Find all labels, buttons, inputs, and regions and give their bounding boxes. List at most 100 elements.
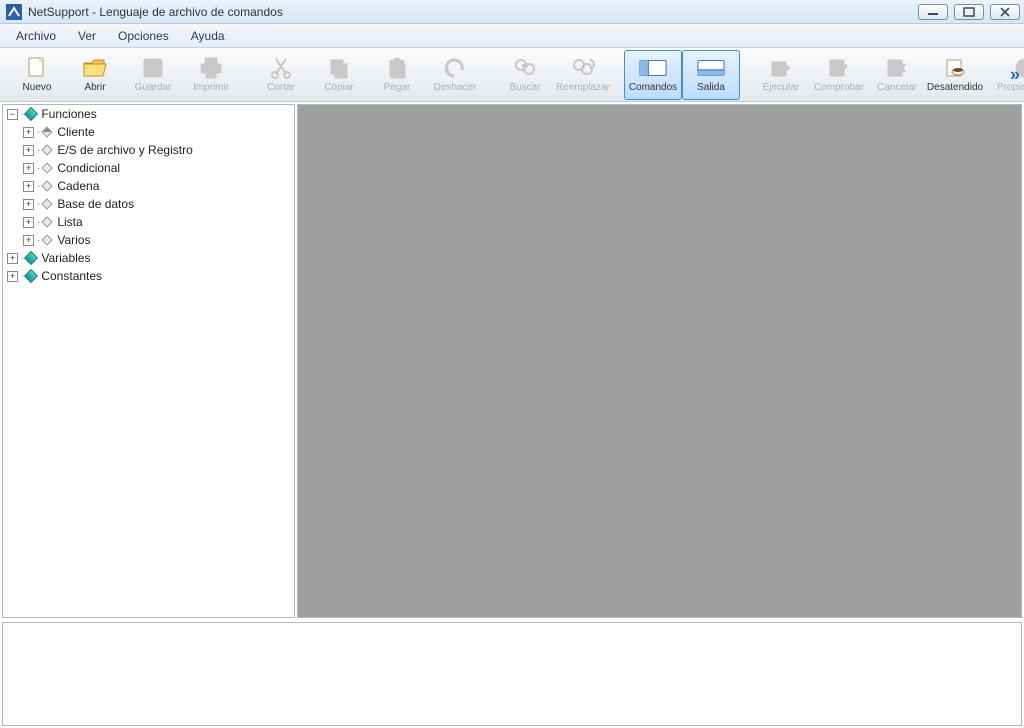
toolbar-overflow-icon[interactable]: » xyxy=(1010,64,1020,85)
toolbar-label: Nuevo xyxy=(23,82,52,93)
file-new-icon xyxy=(23,56,51,80)
collapse-icon[interactable]: − xyxy=(7,109,18,120)
menubar: Archivo Ver Opciones Ayuda xyxy=(0,24,1024,48)
tree-label: Base de datos xyxy=(57,197,134,211)
toolbar-copiar-button: Copiar xyxy=(310,50,368,100)
diamond-small-icon xyxy=(41,234,53,246)
expand-icon[interactable]: + xyxy=(23,163,34,174)
diamond-small-icon xyxy=(41,162,53,174)
expand-icon[interactable]: + xyxy=(23,145,34,156)
toolbar: Nuevo Abrir Guardar Imprimir Cortar Copiar Peg… xyxy=(0,48,1024,102)
check-icon xyxy=(825,56,853,80)
toolbar-label: Reemplazar xyxy=(556,82,610,93)
toolbar-label: Comandos xyxy=(629,82,677,93)
undo-icon xyxy=(441,56,469,80)
tree-node-child[interactable]: +·Varios xyxy=(3,231,294,249)
tree-node-constantes[interactable]: +·Constantes xyxy=(3,267,294,285)
toolbar-cancelar-button: Cancelar xyxy=(868,50,926,100)
toolbar-desatendido-button[interactable]: Desatendido xyxy=(926,50,984,100)
toolbar-label: Imprimir xyxy=(193,82,229,93)
tree-node-child[interactable]: +·Cadena xyxy=(3,177,294,195)
toolbar-comprobar-button: Comprobar xyxy=(810,50,868,100)
window-title: NetSupport - Lenguaje de archivo de coma… xyxy=(28,5,918,19)
tree-label: Constantes xyxy=(41,269,102,283)
diamond-icon xyxy=(25,270,37,282)
toolbar-label: Deshacer xyxy=(434,82,477,93)
copy-icon xyxy=(325,56,353,80)
titlebar: NetSupport - Lenguaje de archivo de coma… xyxy=(0,0,1024,24)
diamond-small-icon xyxy=(41,198,53,210)
toolbar-reemplazar-button: Reemplazar xyxy=(554,50,612,100)
expand-icon[interactable]: + xyxy=(7,271,18,282)
toolbar-label: Salida xyxy=(697,82,725,93)
app-icon xyxy=(6,4,22,20)
tree-label: Lista xyxy=(57,215,82,229)
menu-ayuda[interactable]: Ayuda xyxy=(181,26,235,46)
toolbar-cortar-button: Cortar xyxy=(252,50,310,100)
tree-label: Cliente xyxy=(57,125,94,139)
toolbar-label: Guardar xyxy=(135,82,172,93)
close-button[interactable] xyxy=(990,4,1020,20)
expand-icon[interactable]: + xyxy=(23,199,34,210)
tree-node-child[interactable]: +·Lista xyxy=(3,213,294,231)
replace-icon xyxy=(569,56,597,80)
diamond-small-icon xyxy=(41,180,53,192)
tree-panel[interactable]: −·Funciones+·Cliente+·E/S de archivo y R… xyxy=(2,104,295,618)
toolbar-label: Comprobar xyxy=(814,82,864,93)
toolbar-label: Abrir xyxy=(84,82,105,93)
toolbar-label: Copiar xyxy=(324,82,353,93)
tree-node-child[interactable]: +·Base de datos xyxy=(3,195,294,213)
find-icon xyxy=(511,56,539,80)
toolbar-imprimir-button: Imprimir xyxy=(182,50,240,100)
folder-open-icon xyxy=(81,56,109,80)
minimize-button[interactable] xyxy=(918,4,948,20)
maximize-button[interactable] xyxy=(954,4,984,20)
content-area xyxy=(297,104,1022,618)
toolbar-label: Buscar xyxy=(509,82,540,93)
toolbar-label: Pegar xyxy=(384,82,411,93)
tree-node-child[interactable]: +·E/S de archivo y Registro xyxy=(3,141,294,159)
output-icon xyxy=(697,56,725,80)
expand-icon[interactable]: + xyxy=(23,127,34,138)
save-icon xyxy=(139,56,167,80)
diamond-icon xyxy=(25,252,37,264)
toolbar-salida-button[interactable]: Salida xyxy=(682,50,740,100)
diamond-small-icon xyxy=(41,216,53,228)
toolbar-ejecutar-button: Ejecutar xyxy=(752,50,810,100)
menu-opciones[interactable]: Opciones xyxy=(108,26,179,46)
unattended-icon xyxy=(941,56,969,80)
cut-icon xyxy=(267,56,295,80)
diamond-small-icon xyxy=(41,126,53,138)
tree-label: Cadena xyxy=(57,179,99,193)
expand-icon[interactable]: + xyxy=(23,235,34,246)
tree-label: Varios xyxy=(57,233,90,247)
expand-icon[interactable]: + xyxy=(23,181,34,192)
toolbar-label: Cortar xyxy=(267,82,295,93)
menu-archivo[interactable]: Archivo xyxy=(6,26,66,46)
tree-node-child[interactable]: +·Condicional xyxy=(3,159,294,177)
menu-ver[interactable]: Ver xyxy=(68,26,106,46)
toolbar-comandos-button[interactable]: Comandos xyxy=(624,50,682,100)
diamond-icon xyxy=(25,108,37,120)
tree-label: E/S de archivo y Registro xyxy=(57,143,192,157)
toolbar-label: Ejecutar xyxy=(763,82,800,93)
diamond-small-icon xyxy=(41,144,53,156)
toolbar-pegar-button: Pegar xyxy=(368,50,426,100)
toolbar-abrir-button[interactable]: Abrir xyxy=(66,50,124,100)
commands-icon xyxy=(639,56,667,80)
tree-node-funciones[interactable]: −·Funciones xyxy=(3,105,294,123)
tree-node-variables[interactable]: +·Variables xyxy=(3,249,294,267)
toolbar-label: Desatendido xyxy=(927,82,983,93)
toolbar-nuevo-button[interactable]: Nuevo xyxy=(8,50,66,100)
toolbar-label: Cancelar xyxy=(877,82,917,93)
tree-node-child[interactable]: +·Cliente xyxy=(3,123,294,141)
expand-icon[interactable]: + xyxy=(23,217,34,228)
tree-label: Funciones xyxy=(41,107,96,121)
tree-label: Condicional xyxy=(57,161,120,175)
toolbar-buscar-button: Buscar xyxy=(496,50,554,100)
run-icon xyxy=(767,56,795,80)
toolbar-deshacer-button: Deshacer xyxy=(426,50,484,100)
paste-icon xyxy=(383,56,411,80)
expand-icon[interactable]: + xyxy=(7,253,18,264)
output-panel[interactable] xyxy=(2,622,1022,726)
